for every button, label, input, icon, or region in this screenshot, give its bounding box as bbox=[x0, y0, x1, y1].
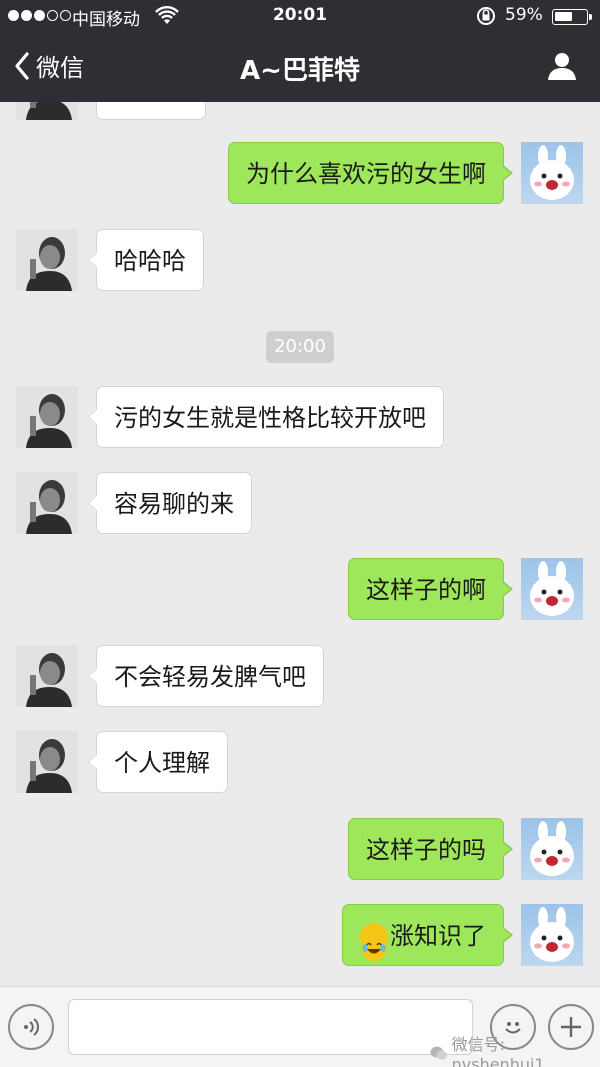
message-outgoing[interactable]: 这样子的啊 bbox=[348, 558, 513, 620]
contact-avatar[interactable] bbox=[16, 386, 78, 448]
top-bar: 中国移动 20:01 59% 微信 A~巴菲特 bbox=[0, 0, 600, 102]
wechat-logo-icon bbox=[430, 1046, 448, 1059]
message-incoming[interactable] bbox=[96, 102, 206, 120]
chat-title: A~巴菲特 bbox=[240, 56, 360, 86]
message-input[interactable] bbox=[68, 999, 473, 1055]
contact-avatar[interactable] bbox=[16, 645, 78, 707]
laugh-crying-emoji bbox=[360, 923, 388, 961]
message-incoming[interactable]: 哈哈哈 bbox=[88, 229, 204, 291]
profile-button[interactable] bbox=[546, 50, 578, 86]
chat-area[interactable]: 为什么喜欢污的女生啊 哈哈哈 20:00 污的女生就是性格比较开放吧 容易聊的来… bbox=[0, 102, 600, 986]
my-avatar[interactable] bbox=[521, 818, 583, 880]
contact-avatar[interactable] bbox=[16, 102, 78, 120]
contact-avatar[interactable] bbox=[16, 229, 78, 291]
message-outgoing[interactable]: 涨知识了 bbox=[342, 904, 513, 966]
nav-bar: 微信 A~巴菲特 bbox=[0, 34, 600, 102]
contact-avatar[interactable] bbox=[16, 731, 78, 793]
input-bar: 微信号: nvshenhui1 bbox=[0, 986, 600, 1067]
contact-avatar[interactable] bbox=[16, 472, 78, 534]
message-incoming[interactable]: 个人理解 bbox=[88, 731, 228, 793]
watermark-text: 微信号: nvshenhui1 bbox=[451, 1035, 545, 1067]
voice-button[interactable] bbox=[8, 1004, 54, 1050]
my-avatar[interactable] bbox=[521, 142, 583, 204]
lock-rotation-icon bbox=[476, 5, 496, 32]
status-bar: 中国移动 20:01 59% bbox=[0, 0, 600, 34]
battery-percent: 59% bbox=[505, 5, 543, 25]
message-incoming[interactable]: 容易聊的来 bbox=[88, 472, 252, 534]
battery-icon bbox=[552, 9, 592, 25]
message-outgoing[interactable]: 这样子的吗 bbox=[348, 818, 513, 880]
battery-level bbox=[555, 12, 573, 21]
my-avatar[interactable] bbox=[521, 904, 583, 966]
my-avatar[interactable] bbox=[521, 558, 583, 620]
message-incoming[interactable]: 不会轻易发脾气吧 bbox=[88, 645, 324, 707]
message-outgoing[interactable]: 为什么喜欢污的女生啊 bbox=[228, 142, 513, 204]
message-timestamp: 20:00 bbox=[266, 331, 334, 363]
message-incoming[interactable]: 污的女生就是性格比较开放吧 bbox=[88, 386, 444, 448]
message-text: 涨知识了 bbox=[390, 922, 486, 950]
watermark: 微信号: nvshenhui1 bbox=[430, 1031, 600, 1067]
voice-icon bbox=[24, 1018, 39, 1036]
profile-icon bbox=[548, 53, 576, 80]
